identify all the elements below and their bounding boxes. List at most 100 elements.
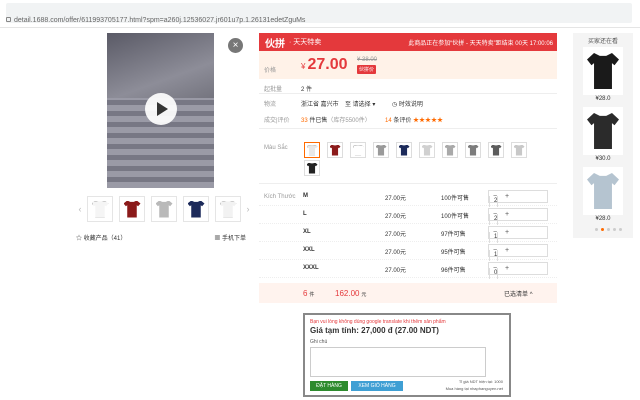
size-name: XXL — [303, 247, 315, 253]
product-video[interactable] — [107, 33, 214, 188]
carousel-dot[interactable] — [601, 228, 604, 231]
min-order-label: 起批量 — [264, 87, 283, 93]
shirt-image — [490, 144, 502, 156]
color-swatch[interactable] — [304, 160, 320, 176]
size-stock: 100件可售 — [441, 214, 470, 220]
deals-stat[interactable]: 33 件已售（库存5500件） — [301, 115, 371, 124]
quantity-input[interactable]: 0 — [489, 268, 499, 279]
total-count-unit: 件 — [309, 292, 315, 298]
shirt-image — [123, 200, 141, 218]
play-button[interactable] — [145, 93, 177, 125]
address-url[interactable]: detail.1688.com/offer/611993705177.html?… — [14, 17, 305, 24]
logistics-label: 物流 — [264, 102, 277, 108]
recommend-item[interactable]: ¥30.0 — [583, 107, 623, 162]
product-actions: ☆ 收藏产品（41） ▦ 手机下单 — [76, 233, 246, 242]
lock-icon — [6, 17, 11, 22]
deals-number: 33 — [301, 118, 308, 124]
shirt-image — [375, 144, 387, 156]
size-row: XL 27.00元 97件可售 −1 + — [259, 224, 557, 243]
deals-text: 件已售 — [309, 118, 328, 124]
color-swatch[interactable] — [373, 142, 389, 158]
plus-button[interactable]: + — [501, 229, 513, 236]
divider — [259, 93, 557, 94]
shirt-image — [187, 200, 205, 218]
promo-countdown: 此商品正在参加“伙拼 - 天天特卖”距结束 00天 17:00:06 — [408, 40, 553, 47]
old-price: ¥ 38.00 — [357, 57, 378, 63]
thumbnail[interactable] — [87, 196, 113, 222]
mobile-order-link[interactable]: ▦ 手机下单 — [214, 233, 246, 242]
plus-button[interactable]: + — [501, 247, 513, 254]
size-price: 27.00元 — [385, 232, 407, 238]
chevron-up-icon: ^ — [529, 292, 533, 298]
timing-link[interactable]: ◷ 时效说明 — [392, 99, 423, 108]
order-addon-panel: Bạn vui lòng không dùng google translate… — [303, 313, 511, 397]
color-swatch[interactable] — [304, 142, 320, 158]
plus-button[interactable]: + — [501, 265, 513, 272]
color-label: Màu Sắc — [264, 145, 288, 151]
plus-button[interactable]: + — [501, 193, 513, 200]
carousel-dot[interactable] — [595, 228, 598, 231]
reviews-stat[interactable]: 14 条评价 ★★★★★ — [385, 115, 443, 124]
destination-label: 至 请选择 — [345, 102, 371, 108]
size-stock: 100件可售 — [441, 196, 470, 202]
quantity-stepper: −1 + — [488, 244, 548, 261]
selected-list-toggle[interactable]: 已选清单 ^ — [504, 289, 533, 298]
shirt-image — [587, 173, 619, 209]
shirt-image — [587, 113, 619, 149]
chevron-right-icon[interactable]: › — [244, 204, 252, 214]
thumbnail[interactable] — [183, 196, 209, 222]
reviews-text: 条评价 — [393, 118, 412, 124]
recommend-image — [583, 167, 623, 215]
total-amount-unit: 元 — [361, 292, 367, 298]
shirt-image — [467, 144, 479, 156]
chevron-down-icon: ▾ — [372, 102, 376, 108]
shirt-image — [306, 144, 318, 156]
total-amount: 162.00 元 — [335, 289, 366, 298]
shirt-image — [91, 200, 109, 218]
shirt-image — [306, 162, 318, 174]
size-price: 27.00元 — [385, 268, 407, 274]
favorite-link[interactable]: ☆ 收藏产品（41） — [76, 233, 126, 242]
color-swatch[interactable] — [350, 142, 366, 158]
recommend-price: ¥28.0 — [595, 96, 611, 102]
powered-by[interactable]: Mua hàng tại nhaphanguyen.net — [446, 386, 503, 391]
thumbnail[interactable] — [215, 196, 241, 222]
promo-banner: 伙拼 · 天天特卖 此商品正在参加“伙拼 - 天天特卖”距结束 00天 17:0… — [259, 33, 557, 51]
logistics-origin: 浙江省 嘉兴市 — [301, 102, 339, 108]
carousel-dot[interactable] — [619, 228, 622, 231]
recommend-price: ¥30.0 — [595, 156, 611, 162]
size-row: L 27.00元 100件可售 −2 + — [259, 206, 557, 225]
carousel-dot[interactable] — [613, 228, 616, 231]
color-swatch[interactable] — [465, 142, 481, 158]
size-row: XXL 27.00元 95件可售 −1 + — [259, 242, 557, 261]
color-swatch[interactable] — [327, 142, 343, 158]
order-button[interactable]: ĐẶT HÀNG — [310, 381, 348, 391]
quantity-stepper: −2 + — [488, 190, 548, 207]
recommend-item[interactable]: ¥28.0 — [583, 167, 623, 222]
plus-button[interactable]: + — [501, 211, 513, 218]
stats-label: 成交|评价 — [264, 118, 290, 124]
color-swatch[interactable] — [396, 142, 412, 158]
color-swatch[interactable] — [442, 142, 458, 158]
selected-list-label: 已选清单 — [504, 292, 529, 298]
note-field[interactable] — [310, 347, 486, 377]
color-swatch[interactable] — [488, 142, 504, 158]
thumbnail[interactable] — [151, 196, 177, 222]
total-amount-number: 162.00 — [335, 289, 360, 298]
chevron-left-icon[interactable]: ‹ — [76, 204, 84, 214]
total-bar: 6 件 162.00 元 已选清单 ^ — [259, 283, 557, 303]
price-value: ¥27.00 — [301, 56, 348, 74]
thumbnail[interactable] — [119, 196, 145, 222]
carousel-dot[interactable] — [607, 228, 610, 231]
view-cart-button[interactable]: XEM GIỎ HÀNG — [351, 381, 403, 391]
color-swatch[interactable] — [419, 142, 435, 158]
divider — [259, 128, 557, 129]
logistics-destination-select[interactable]: 至 请选择 ▾ — [345, 99, 375, 108]
shirt-image — [421, 144, 433, 156]
sidebar-title: 买家还在看 — [587, 39, 618, 45]
size-name: XXXL — [303, 265, 319, 271]
close-video-button[interactable]: × — [228, 38, 243, 53]
color-swatch[interactable] — [511, 142, 527, 158]
recommend-item[interactable]: ¥28.0 — [583, 47, 623, 102]
carousel-dots — [595, 228, 622, 231]
